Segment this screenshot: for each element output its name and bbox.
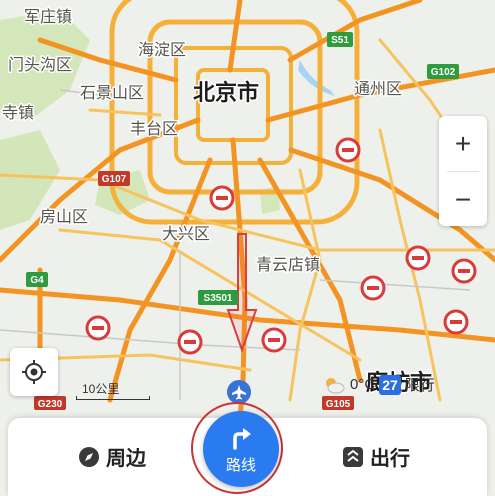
district-label-fangshan: 房山区 <box>40 207 88 226</box>
scale-line <box>76 396 150 400</box>
route-button[interactable]: 路线 <box>203 411 279 487</box>
partly-cloudy-icon <box>326 377 345 393</box>
road-shield: G102 <box>427 64 459 79</box>
no-entry-icon <box>335 137 361 163</box>
scale-bar: 10公里 <box>76 380 150 400</box>
airport-icon[interactable] <box>227 380 251 404</box>
aqi-badge: 27 <box>379 374 401 395</box>
no-entry-icon <box>85 315 111 341</box>
district-label-mentougou: 门头沟区 <box>8 55 72 74</box>
locate-button[interactable] <box>10 348 58 396</box>
turn-right-arrow-icon <box>233 427 251 450</box>
road-shield: G230 <box>34 396 66 410</box>
no-entry-icon <box>360 275 386 301</box>
district-label-qingyundian: 青云店镇 <box>256 255 320 274</box>
no-entry-icon <box>261 327 287 353</box>
road-shield-text: S3501 <box>204 293 233 304</box>
district-label-haidian: 海淀区 <box>138 40 186 59</box>
zoom-control: + − <box>439 116 487 226</box>
road-shield: G107 <box>98 171 130 186</box>
district-label-fengtai: 丰台区 <box>130 119 178 138</box>
road-shield: G4 <box>26 272 48 287</box>
road-shield-text: G4 <box>30 275 44 286</box>
road-shield: S3501 <box>198 290 238 305</box>
no-entry-icon <box>451 258 477 284</box>
zoom-out-button[interactable]: − <box>439 172 487 227</box>
road-shield-text: G102 <box>431 67 456 78</box>
weather-widget[interactable]: 0°C 27 限行 <box>322 374 435 395</box>
district-label-tongzhou: 通州区 <box>354 79 402 98</box>
temperature: 0°C <box>350 376 376 393</box>
road-shield-text: G230 <box>38 399 63 410</box>
scale-label: 10公里 <box>82 382 120 396</box>
road-shield: G105 <box>322 396 354 410</box>
nearby-button[interactable]: 周边 <box>78 442 146 471</box>
compass-icon <box>79 446 99 467</box>
zoom-in-button[interactable]: + <box>439 116 487 171</box>
no-entry-icon <box>177 329 203 355</box>
nearby-label: 周边 <box>106 448 146 470</box>
road-shield-text: G105 <box>326 399 351 410</box>
travel-icon <box>343 446 363 467</box>
no-entry-icon <box>209 185 235 211</box>
city-label-beijing: 北京市 <box>193 80 259 106</box>
road-shield-text: S51 <box>331 35 349 46</box>
district-label-zhaisi: 寺镇 <box>2 103 34 122</box>
travel-button[interactable]: 出行 <box>342 442 410 471</box>
road-shield-text: G107 <box>102 174 127 185</box>
route-label: 路线 <box>225 456 256 474</box>
district-label-junzhuang: 军庄镇 <box>24 7 72 26</box>
road-shield: S51 <box>327 32 353 47</box>
no-entry-icon <box>405 245 431 271</box>
crosshair-icon <box>22 360 46 384</box>
travel-label: 出行 <box>370 448 410 470</box>
restriction-label[interactable]: 限行 <box>405 374 435 395</box>
district-label-shijingshan: 石景山区 <box>80 83 144 102</box>
no-entry-icon <box>443 309 469 335</box>
district-label-daxing: 大兴区 <box>162 224 210 243</box>
